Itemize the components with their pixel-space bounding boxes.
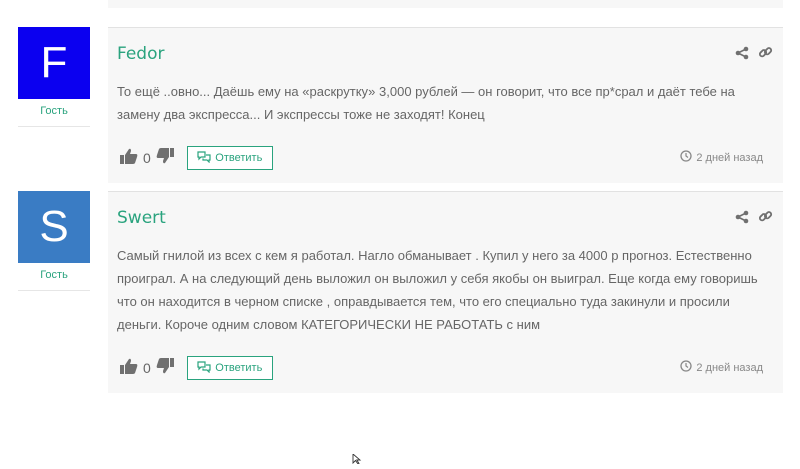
comment-body: Fedor То ещё ..овно... Даёшь ему на «рас… bbox=[108, 27, 783, 183]
comment-actions: 0 Ответить bbox=[120, 356, 273, 380]
time-text: 2 дней назад bbox=[696, 361, 763, 374]
avatar[interactable]: S bbox=[18, 191, 90, 263]
avatar[interactable]: F bbox=[18, 27, 90, 99]
thumbs-up-icon[interactable] bbox=[120, 358, 138, 379]
avatar-letter: F bbox=[40, 38, 68, 87]
chat-bubbles-icon bbox=[197, 150, 211, 166]
comment-item: F Гость Fedor То ещё ..овно... Даёшь ему… bbox=[0, 27, 800, 187]
comment-time: 2 дней назад bbox=[680, 150, 763, 165]
comment-author-column: F Гость bbox=[18, 27, 90, 127]
user-role: Гость bbox=[18, 105, 90, 127]
clock-icon bbox=[680, 150, 693, 165]
comment-time: 2 дней назад bbox=[680, 360, 763, 375]
thumbs-down-icon[interactable] bbox=[156, 147, 174, 169]
time-text: 2 дней назад bbox=[696, 151, 763, 164]
reply-button[interactable]: Ответить bbox=[186, 356, 273, 380]
chat-bubbles-icon bbox=[197, 360, 211, 376]
comment-text: Самый гнилой из всех с кем я работал. На… bbox=[117, 248, 758, 332]
thumbs-up-icon[interactable] bbox=[120, 148, 138, 169]
clock-icon bbox=[680, 360, 693, 375]
comment-item: S Гость Swert Самый гнилой из всех с кем… bbox=[0, 191, 800, 396]
vote-count: 0 bbox=[143, 360, 151, 376]
thumbs-down-icon[interactable] bbox=[156, 357, 174, 379]
comment-author-column: S Гость bbox=[18, 191, 90, 291]
comment-body: Swert Самый гнилой из всех с кем я работ… bbox=[108, 191, 783, 393]
share-icon[interactable] bbox=[735, 210, 749, 224]
reply-button[interactable]: Ответить bbox=[186, 146, 273, 170]
author-name[interactable]: Swert bbox=[117, 208, 166, 228]
reply-label: Ответить bbox=[215, 152, 263, 164]
comment-actions: 0 Ответить bbox=[120, 146, 273, 170]
user-role: Гость bbox=[18, 269, 90, 291]
vote-count: 0 bbox=[143, 150, 151, 166]
author-name[interactable]: Fedor bbox=[117, 44, 165, 64]
previous-comment-bottom bbox=[108, 0, 783, 8]
avatar-letter: S bbox=[39, 202, 69, 251]
link-icon[interactable] bbox=[758, 209, 773, 224]
comment-tools bbox=[735, 209, 773, 224]
comment-text: То ещё ..овно... Даёшь ему на «раскрутку… bbox=[117, 84, 735, 122]
share-icon[interactable] bbox=[735, 46, 749, 60]
link-icon[interactable] bbox=[758, 45, 773, 60]
comment-tools bbox=[735, 45, 773, 60]
mouse-cursor-icon bbox=[352, 451, 362, 469]
reply-label: Ответить bbox=[215, 362, 263, 374]
